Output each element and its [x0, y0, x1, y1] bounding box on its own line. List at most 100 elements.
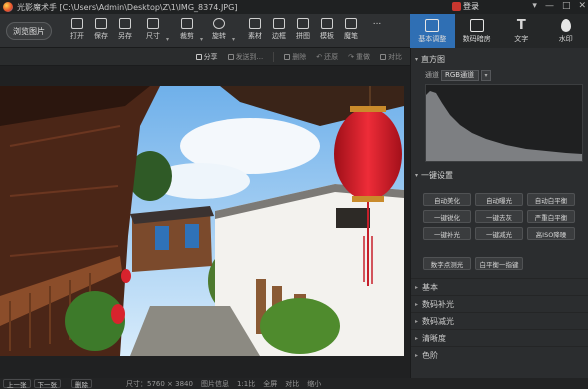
compare-toolbar-button[interactable]: 对比 [380, 52, 402, 62]
delete-toolbar-label: 删除 [292, 52, 307, 61]
adjust-icon [425, 18, 440, 32]
tab-watermark[interactable]: 水印 [544, 14, 588, 48]
share-button[interactable]: 分享 [195, 52, 218, 62]
redo-button[interactable]: ↷ 重做 [348, 52, 370, 62]
open-button[interactable]: 打开 [64, 18, 90, 46]
browse-button[interactable]: 浏览图片 [6, 22, 52, 40]
save-as-button[interactable]: 另存 [112, 18, 138, 46]
resize-icon [147, 18, 159, 29]
collapse-arrow-icon: ▾ [415, 55, 419, 63]
tab-text-label: 文字 [514, 34, 529, 43]
resize-button[interactable]: 尺寸 [140, 18, 166, 46]
tab-text[interactable]: T 文字 [499, 14, 544, 48]
share-label: 分享 [203, 52, 218, 61]
border-icon [273, 18, 285, 29]
save-as-label: 另存 [118, 32, 132, 40]
divider [273, 51, 275, 62]
next-image-button[interactable]: 下一张 [33, 379, 61, 389]
trash-icon [284, 53, 291, 60]
one-click-sharpen-button[interactable]: 一键锐化 [423, 210, 471, 223]
template-label: 模板 [320, 32, 334, 40]
status-bar: 上一张 下一张 删除 尺寸：5760 × 3840 图片信息 1:1比 全屏 对… [0, 378, 588, 389]
photo [0, 86, 404, 356]
tab-basic-adjust[interactable]: 基本调整 [410, 14, 455, 48]
camera-icon [469, 18, 484, 32]
section-digital-fill-light[interactable]: ▸ 数码补光 [411, 295, 588, 312]
rotate-dropdown-icon[interactable]: ▾ [232, 36, 235, 43]
save-label: 保存 [94, 32, 108, 40]
main-toolbar: 浏览图片 打开 保存 另存 尺寸 ▾ 裁剪 ▾ 旋转 ▾ 素材 边框 拼图 模板 [0, 14, 410, 48]
white-balance-picker-button[interactable]: 白平衡一指键 [475, 257, 523, 270]
zoom-out-button[interactable]: 缩小 [307, 379, 321, 389]
crop-button[interactable]: 裁剪 [174, 18, 200, 46]
section-clarity[interactable]: ▸ 清晰度 [411, 329, 588, 346]
auto-beautify-button[interactable]: 自动美化 [423, 193, 471, 206]
compare-button[interactable]: 对比 [285, 379, 299, 389]
template-icon [321, 18, 333, 29]
expand-arrow-icon: ▸ [415, 334, 419, 342]
auto-exposure-button[interactable]: 自动曝光 [475, 193, 523, 206]
section-basic[interactable]: ▸ 基本 [411, 278, 588, 295]
fullscreen-button[interactable]: 全屏 [263, 379, 277, 389]
save-as-icon [119, 18, 131, 29]
material-label: 素材 [248, 32, 262, 40]
save-button[interactable]: 保存 [88, 18, 114, 46]
prev-image-button[interactable]: 上一张 [3, 379, 31, 389]
close-icon[interactable]: ✕ [578, 1, 586, 11]
save-icon [95, 18, 107, 29]
one-click-dehaze-button[interactable]: 一键去灰 [475, 210, 523, 223]
border-button[interactable]: 边框 [266, 18, 292, 46]
section-levels[interactable]: ▸ 色阶 [411, 346, 588, 363]
image-info-button[interactable]: 图片信息 [201, 379, 229, 389]
maximize-icon[interactable]: □ [562, 1, 571, 11]
send-to-button[interactable]: 发送到... [227, 52, 264, 62]
auto-white-balance-button[interactable]: 自动白平衡 [527, 193, 575, 206]
rotate-button[interactable]: 旋转 [206, 18, 232, 46]
high-iso-denoise-button[interactable]: 高ISO降噪 [527, 227, 575, 240]
redo-icon: ↷ [348, 52, 354, 61]
expand-arrow-icon: ▸ [415, 300, 419, 308]
tab-digital-darkroom[interactable]: 数码暗房 [455, 14, 500, 48]
login-button[interactable]: 登录 [452, 1, 479, 12]
one-click-extra-row: 数字点测光 白平衡一指键 [423, 257, 523, 270]
one-click-fill-light-button[interactable]: 一键补光 [423, 227, 471, 240]
magic-pen-button[interactable]: 魔笔 [338, 18, 364, 46]
resize-dropdown-icon[interactable]: ▾ [166, 36, 169, 43]
expand-arrow-icon: ▸ [415, 351, 419, 359]
expand-arrow-icon: ▸ [415, 283, 419, 291]
delete-image-button[interactable]: 删除 [71, 379, 92, 389]
channel-select[interactable]: RGB通道 [441, 69, 479, 81]
secondary-toolbar: 分享 发送到... 删除 ↶ 还原 ↷ 重做 对比 [0, 48, 410, 66]
open-label: 打开 [70, 32, 84, 40]
chevron-down-icon[interactable]: ▾ [481, 69, 491, 81]
actual-size-button[interactable]: 1:1比 [237, 379, 255, 389]
border-label: 边框 [272, 32, 286, 40]
image-canvas[interactable] [0, 66, 410, 378]
window-controls: ▾ — □ ✕ [532, 1, 586, 11]
watermark-icon [560, 18, 571, 32]
adjust-panel: ▾ 直方图 通道 RGB通道 ▾ ▾ 一键设置 自动美化 自动曝光 自动白平衡 … [410, 48, 588, 378]
image-size: 尺寸：5760 × 3840 [126, 379, 193, 388]
delete-toolbar-button[interactable]: 删除 [284, 52, 306, 62]
collage-button[interactable]: 拼图 [290, 18, 316, 46]
undo-button[interactable]: ↶ 还原 [316, 52, 338, 62]
template-button[interactable]: 模板 [314, 18, 340, 46]
crop-dropdown-icon[interactable]: ▾ [200, 36, 203, 43]
one-click-reduce-light-button[interactable]: 一键减光 [475, 227, 523, 240]
section-basic-label: 基本 [422, 282, 439, 292]
send-to-label: 发送到... [235, 52, 264, 61]
rotate-icon [213, 18, 225, 29]
histogram-plot [426, 91, 582, 161]
one-click-section-header[interactable]: ▾ 一键设置 [411, 168, 588, 182]
menu-caret-icon[interactable]: ▾ [532, 1, 537, 11]
spot-metering-button[interactable]: 数字点测光 [423, 257, 471, 270]
window-title: 光影魔术手 [C:\Users\Admin\Desktop\Z\1\IMG_83… [17, 2, 238, 12]
right-panel-tabs: 基本调整 数码暗房 T 文字 水印 [410, 14, 588, 48]
strong-white-balance-button[interactable]: 严重白平衡 [527, 210, 575, 223]
crop-icon [181, 18, 193, 29]
material-button[interactable]: 素材 [242, 18, 268, 46]
histogram-section-header[interactable]: ▾ 直方图 [411, 52, 588, 66]
more-button[interactable]: ... [364, 18, 390, 46]
minimize-icon[interactable]: — [545, 1, 554, 11]
section-digital-reduce-light[interactable]: ▸ 数码减光 [411, 312, 588, 329]
